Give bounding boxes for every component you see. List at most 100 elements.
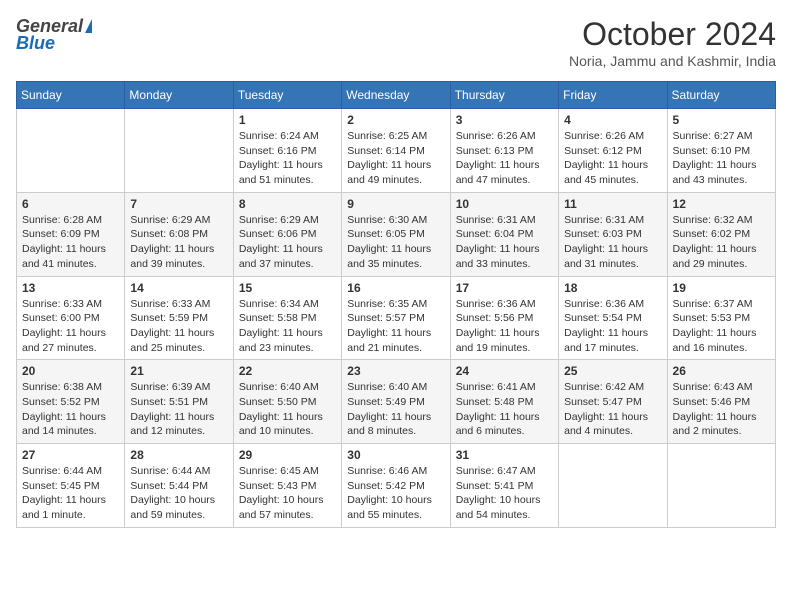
cell-info: Sunrise: 6:36 AMSunset: 5:54 PMDaylight:… xyxy=(564,297,661,356)
cell-info: Sunrise: 6:31 AMSunset: 6:04 PMDaylight:… xyxy=(456,213,553,272)
logo-icon xyxy=(85,19,92,33)
cell-info: Sunrise: 6:46 AMSunset: 5:42 PMDaylight:… xyxy=(347,464,444,523)
calendar-cell: 25Sunrise: 6:42 AMSunset: 5:47 PMDayligh… xyxy=(559,360,667,444)
calendar-cell: 8 Sunrise: 6:29 AMSunset: 6:06 PMDaylight… xyxy=(233,192,341,276)
calendar-cell: 11 Sunrise: 6:31 AMSunset: 6:03 PMDayligh… xyxy=(559,192,667,276)
day-number: 15 xyxy=(239,281,336,295)
day-number: 12 xyxy=(673,197,770,211)
calendar-cell: 23 Sunrise: 6:40 AMSunset: 5:49 PMDayligh… xyxy=(342,360,450,444)
calendar-cell: 22Sunrise: 6:40 AMSunset: 5:50 PMDayligh… xyxy=(233,360,341,444)
cell-info: Sunrise: 6:44 AMSunset: 5:44 PMDaylight:… xyxy=(130,464,227,523)
calendar-header-row: SundayMondayTuesdayWednesdayThursdayFrid… xyxy=(17,82,776,109)
calendar-cell xyxy=(667,444,775,528)
cell-info: Sunrise: 6:40 AMSunset: 5:50 PMDaylight:… xyxy=(239,380,336,439)
day-number: 4 xyxy=(564,113,661,127)
cell-info: Sunrise: 6:26 AMSunset: 6:13 PMDaylight:… xyxy=(456,129,553,188)
cell-info: Sunrise: 6:40 AMSunset: 5:49 PMDaylight:… xyxy=(347,380,444,439)
day-number: 24 xyxy=(456,364,553,378)
day-number: 28 xyxy=(130,448,227,462)
calendar-table: SundayMondayTuesdayWednesdayThursdayFrid… xyxy=(16,81,776,528)
cell-info: Sunrise: 6:41 AMSunset: 5:48 PMDaylight:… xyxy=(456,380,553,439)
day-number: 23 xyxy=(347,364,444,378)
location: Noria, Jammu and Kashmir, India xyxy=(569,53,776,69)
cell-info: Sunrise: 6:35 AMSunset: 5:57 PMDaylight:… xyxy=(347,297,444,356)
day-number: 13 xyxy=(22,281,119,295)
cell-info: Sunrise: 6:38 AMSunset: 5:52 PMDaylight:… xyxy=(22,380,119,439)
calendar-cell: 19Sunrise: 6:37 AMSunset: 5:53 PMDayligh… xyxy=(667,276,775,360)
cell-info: Sunrise: 6:29 AMSunset: 6:06 PMDaylight:… xyxy=(239,213,336,272)
day-number: 1 xyxy=(239,113,336,127)
calendar-week-row: 20 Sunrise: 6:38 AMSunset: 5:52 PMDayligh… xyxy=(17,360,776,444)
day-header-thursday: Thursday xyxy=(450,82,558,109)
calendar-week-row: 6Sunrise: 6:28 AMSunset: 6:09 PMDaylight… xyxy=(17,192,776,276)
calendar-cell: 20 Sunrise: 6:38 AMSunset: 5:52 PMDayligh… xyxy=(17,360,125,444)
calendar-cell: 5Sunrise: 6:27 AMSunset: 6:10 PMDaylight… xyxy=(667,109,775,193)
day-number: 14 xyxy=(130,281,227,295)
day-header-tuesday: Tuesday xyxy=(233,82,341,109)
calendar-cell: 1 Sunrise: 6:24 AMSunset: 6:16 PMDaylight… xyxy=(233,109,341,193)
calendar-week-row: 27 Sunrise: 6:44 AMSunset: 5:45 PMDayligh… xyxy=(17,444,776,528)
calendar-cell: 7Sunrise: 6:29 AMSunset: 6:08 PMDaylight… xyxy=(125,192,233,276)
calendar-cell: 10 Sunrise: 6:31 AMSunset: 6:04 PMDayligh… xyxy=(450,192,558,276)
day-number: 8 xyxy=(239,197,336,211)
cell-info: Sunrise: 6:31 AMSunset: 6:03 PMDaylight:… xyxy=(564,213,661,272)
day-number: 31 xyxy=(456,448,553,462)
day-number: 21 xyxy=(130,364,227,378)
calendar-cell: 3 Sunrise: 6:26 AMSunset: 6:13 PMDaylight… xyxy=(450,109,558,193)
cell-info: Sunrise: 6:25 AMSunset: 6:14 PMDaylight:… xyxy=(347,129,444,188)
day-number: 20 xyxy=(22,364,119,378)
calendar-cell: 6Sunrise: 6:28 AMSunset: 6:09 PMDaylight… xyxy=(17,192,125,276)
calendar-cell: 21 Sunrise: 6:39 AMSunset: 5:51 PMDayligh… xyxy=(125,360,233,444)
day-number: 25 xyxy=(564,364,661,378)
calendar-cell: 4Sunrise: 6:26 AMSunset: 6:12 PMDaylight… xyxy=(559,109,667,193)
month-title: October 2024 xyxy=(569,16,776,53)
cell-info: Sunrise: 6:45 AMSunset: 5:43 PMDaylight:… xyxy=(239,464,336,523)
title-block: October 2024 Noria, Jammu and Kashmir, I… xyxy=(569,16,776,69)
calendar-cell: 29 Sunrise: 6:45 AMSunset: 5:43 PMDayligh… xyxy=(233,444,341,528)
calendar-cell: 12Sunrise: 6:32 AMSunset: 6:02 PMDayligh… xyxy=(667,192,775,276)
logo-blue-text: Blue xyxy=(16,33,55,54)
calendar-cell xyxy=(559,444,667,528)
day-header-sunday: Sunday xyxy=(17,82,125,109)
calendar-cell: 27 Sunrise: 6:44 AMSunset: 5:45 PMDayligh… xyxy=(17,444,125,528)
cell-info: Sunrise: 6:33 AMSunset: 5:59 PMDaylight:… xyxy=(130,297,227,356)
calendar-cell: 2Sunrise: 6:25 AMSunset: 6:14 PMDaylight… xyxy=(342,109,450,193)
day-number: 18 xyxy=(564,281,661,295)
day-number: 29 xyxy=(239,448,336,462)
day-number: 27 xyxy=(22,448,119,462)
day-number: 3 xyxy=(456,113,553,127)
calendar-cell xyxy=(125,109,233,193)
calendar-cell: 9 Sunrise: 6:30 AMSunset: 6:05 PMDaylight… xyxy=(342,192,450,276)
calendar-cell: 24 Sunrise: 6:41 AMSunset: 5:48 PMDayligh… xyxy=(450,360,558,444)
day-number: 16 xyxy=(347,281,444,295)
calendar-cell: 18 Sunrise: 6:36 AMSunset: 5:54 PMDayligh… xyxy=(559,276,667,360)
day-number: 9 xyxy=(347,197,444,211)
calendar-cell: 13Sunrise: 6:33 AMSunset: 6:00 PMDayligh… xyxy=(17,276,125,360)
calendar-cell: 15 Sunrise: 6:34 AMSunset: 5:58 PMDayligh… xyxy=(233,276,341,360)
cell-info: Sunrise: 6:43 AMSunset: 5:46 PMDaylight:… xyxy=(673,380,770,439)
cell-info: Sunrise: 6:24 AMSunset: 6:16 PMDaylight:… xyxy=(239,129,336,188)
cell-info: Sunrise: 6:36 AMSunset: 5:56 PMDaylight:… xyxy=(456,297,553,356)
day-number: 17 xyxy=(456,281,553,295)
cell-info: Sunrise: 6:30 AMSunset: 6:05 PMDaylight:… xyxy=(347,213,444,272)
page-header: General Blue October 2024 Noria, Jammu a… xyxy=(16,16,776,69)
cell-info: Sunrise: 6:44 AMSunset: 5:45 PMDaylight:… xyxy=(22,464,119,523)
calendar-week-row: 13Sunrise: 6:33 AMSunset: 6:00 PMDayligh… xyxy=(17,276,776,360)
calendar-cell: 30Sunrise: 6:46 AMSunset: 5:42 PMDayligh… xyxy=(342,444,450,528)
logo: General Blue xyxy=(16,16,92,54)
day-number: 6 xyxy=(22,197,119,211)
cell-info: Sunrise: 6:37 AMSunset: 5:53 PMDaylight:… xyxy=(673,297,770,356)
day-header-friday: Friday xyxy=(559,82,667,109)
calendar-cell: 26Sunrise: 6:43 AMSunset: 5:46 PMDayligh… xyxy=(667,360,775,444)
day-number: 5 xyxy=(673,113,770,127)
day-number: 10 xyxy=(456,197,553,211)
cell-info: Sunrise: 6:47 AMSunset: 5:41 PMDaylight:… xyxy=(456,464,553,523)
day-number: 11 xyxy=(564,197,661,211)
day-header-saturday: Saturday xyxy=(667,82,775,109)
day-header-wednesday: Wednesday xyxy=(342,82,450,109)
cell-info: Sunrise: 6:34 AMSunset: 5:58 PMDaylight:… xyxy=(239,297,336,356)
calendar-cell: 31 Sunrise: 6:47 AMSunset: 5:41 PMDayligh… xyxy=(450,444,558,528)
cell-info: Sunrise: 6:39 AMSunset: 5:51 PMDaylight:… xyxy=(130,380,227,439)
calendar-cell: 17 Sunrise: 6:36 AMSunset: 5:56 PMDayligh… xyxy=(450,276,558,360)
cell-info: Sunrise: 6:29 AMSunset: 6:08 PMDaylight:… xyxy=(130,213,227,272)
